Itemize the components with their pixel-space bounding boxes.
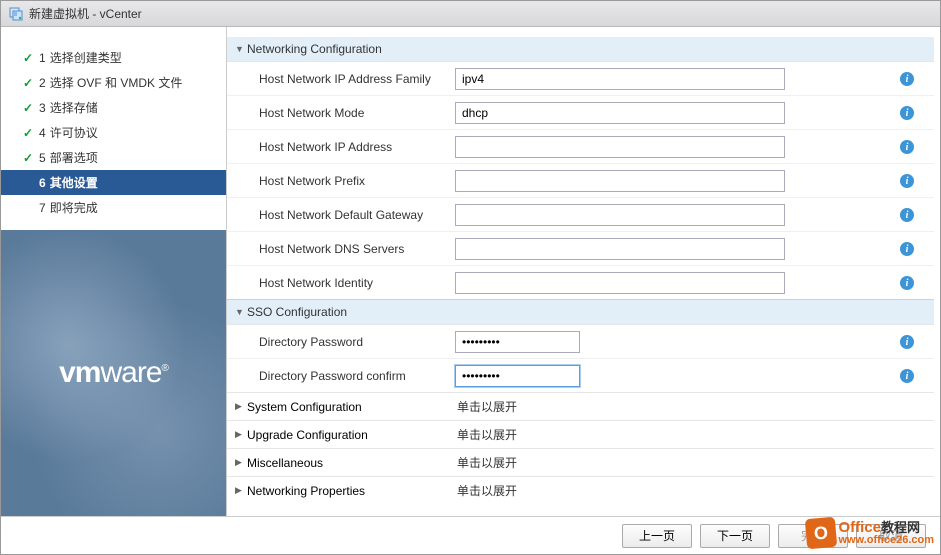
label-password: Directory Password — [235, 335, 455, 349]
caret-right-icon — [235, 457, 247, 468]
section-networking[interactable]: Networking Configuration — [227, 37, 934, 61]
watermark-badge-icon: O — [805, 517, 838, 550]
check-icon — [21, 126, 35, 140]
section-netprops[interactable]: Networking Properties 单击以展开 — [227, 476, 934, 504]
step-3[interactable]: 3选择存储 — [1, 95, 226, 120]
section-sso[interactable]: SSO Configuration — [227, 299, 934, 324]
input-password-confirm[interactable] — [455, 365, 580, 387]
row-ip-family: Host Network IP Address Family i — [227, 61, 934, 95]
info-icon[interactable]: i — [900, 105, 914, 121]
caret-down-icon — [235, 307, 247, 317]
row-ip-addr: Host Network IP Address i — [227, 129, 934, 163]
next-button[interactable]: 下一页 — [700, 524, 770, 548]
info-icon[interactable]: i — [900, 334, 914, 350]
check-icon — [21, 101, 35, 115]
caret-down-icon — [235, 44, 247, 54]
info-icon[interactable]: i — [900, 368, 914, 384]
check-icon — [21, 76, 35, 90]
step-list: 1选择创建类型 2选择 OVF 和 VMDK 文件 3选择存储 4许可协议 5部… — [1, 45, 226, 220]
info-icon[interactable]: i — [900, 173, 914, 189]
prev-button[interactable]: 上一页 — [622, 524, 692, 548]
check-icon — [21, 51, 35, 65]
input-dns[interactable] — [455, 238, 785, 260]
form-panel: Networking Configuration Host Network IP… — [226, 27, 940, 516]
vm-icon — [9, 7, 23, 21]
row-mode: Host Network Mode i — [227, 95, 934, 129]
section-upgrade[interactable]: Upgrade Configuration 单击以展开 — [227, 420, 934, 448]
label-prefix: Host Network Prefix — [235, 174, 455, 188]
step-2[interactable]: 2选择 OVF 和 VMDK 文件 — [1, 70, 226, 95]
info-icon[interactable]: i — [900, 139, 914, 155]
watermark: O Office教程网 www.office26.com — [806, 518, 934, 548]
input-mode[interactable] — [455, 102, 785, 124]
vmware-logo: vmware® — [1, 230, 226, 516]
row-dns: Host Network DNS Servers i — [227, 231, 934, 265]
label-ip-addr: Host Network IP Address — [235, 140, 455, 154]
label-dns: Host Network DNS Servers — [235, 242, 455, 256]
info-icon[interactable]: i — [900, 241, 914, 257]
row-password-confirm: Directory Password confirm i — [227, 358, 934, 392]
label-identity: Host Network Identity — [235, 276, 455, 290]
input-gateway[interactable] — [455, 204, 785, 226]
info-icon[interactable]: i — [900, 71, 914, 87]
step-6[interactable]: 6其他设置 — [1, 170, 226, 195]
label-password-confirm: Directory Password confirm — [235, 369, 455, 383]
row-identity: Host Network Identity i — [227, 265, 934, 299]
row-prefix: Host Network Prefix i — [227, 163, 934, 197]
section-misc[interactable]: Miscellaneous 单击以展开 — [227, 448, 934, 476]
label-mode: Host Network Mode — [235, 106, 455, 120]
row-gateway: Host Network Default Gateway i — [227, 197, 934, 231]
label-ip-family: Host Network IP Address Family — [235, 72, 455, 86]
info-icon[interactable]: i — [900, 207, 914, 223]
section-title: SSO Configuration — [247, 305, 347, 319]
input-password[interactable] — [455, 331, 580, 353]
caret-right-icon — [235, 401, 247, 412]
row-password: Directory Password i — [227, 324, 934, 358]
info-icon[interactable]: i — [900, 275, 914, 291]
caret-right-icon — [235, 485, 247, 496]
wizard-footer: 上一页 下一页 完成 取消 — [1, 516, 940, 554]
caret-right-icon — [235, 429, 247, 440]
window-title: 新建虚拟机 - vCenter — [29, 5, 142, 22]
step-4[interactable]: 4许可协议 — [1, 120, 226, 145]
wizard-sidebar: 1选择创建类型 2选择 OVF 和 VMDK 文件 3选择存储 4许可协议 5部… — [1, 27, 226, 516]
titlebar: 新建虚拟机 - vCenter — [1, 1, 940, 27]
step-7[interactable]: 7即将完成 — [1, 195, 226, 220]
input-ip-addr[interactable] — [455, 136, 785, 158]
label-gateway: Host Network Default Gateway — [235, 208, 455, 222]
input-ip-family[interactable] — [455, 68, 785, 90]
section-title: Networking Configuration — [247, 42, 382, 56]
step-1[interactable]: 1选择创建类型 — [1, 45, 226, 70]
step-5[interactable]: 5部署选项 — [1, 145, 226, 170]
main-area: 1选择创建类型 2选择 OVF 和 VMDK 文件 3选择存储 4许可协议 5部… — [1, 27, 940, 516]
input-identity[interactable] — [455, 272, 785, 294]
check-icon — [21, 151, 35, 165]
input-prefix[interactable] — [455, 170, 785, 192]
section-system[interactable]: System Configuration 单击以展开 — [227, 392, 934, 420]
